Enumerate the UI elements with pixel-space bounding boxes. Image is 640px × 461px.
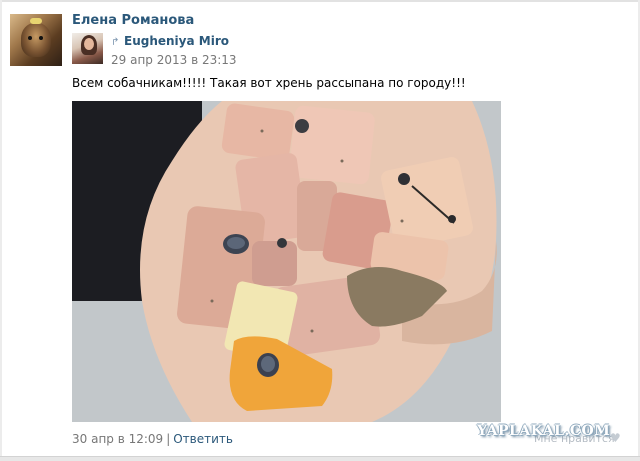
avatar-eye (39, 36, 43, 40)
avatar-eye (28, 36, 32, 40)
heart-icon[interactable]: ♥ (610, 431, 621, 445)
post-text: Всем собачникам!!!!! Такая вот хрень рас… (72, 76, 466, 90)
avatar-bow (30, 18, 42, 24)
post-photo[interactable] (72, 101, 501, 422)
author-name-link[interactable]: Елена Романова (72, 13, 194, 28)
reply-link[interactable]: Ответить (173, 432, 233, 446)
author-avatar[interactable] (10, 14, 62, 66)
footer-separator: | (166, 432, 171, 446)
dog-avatar-image (21, 23, 51, 57)
frame-left (0, 0, 2, 461)
repost-date[interactable]: 29 апр 2013 в 23:13 (111, 53, 237, 67)
repost-arrow-icon: ↱ (111, 37, 120, 48)
post-footer: 30 апр в 12:09 | Ответить (72, 432, 233, 446)
avatar-face (84, 38, 94, 50)
frame-bottom (0, 456, 640, 461)
watermark: YAPLAKAL.COM (477, 423, 611, 439)
repost-author-avatar[interactable] (72, 33, 103, 64)
repost-author-link[interactable]: Eugheniya Miro (124, 34, 229, 48)
frame-top (0, 0, 640, 2)
post-date-link[interactable]: 30 апр в 12:09 (72, 432, 163, 446)
photo-illustration (72, 101, 501, 422)
